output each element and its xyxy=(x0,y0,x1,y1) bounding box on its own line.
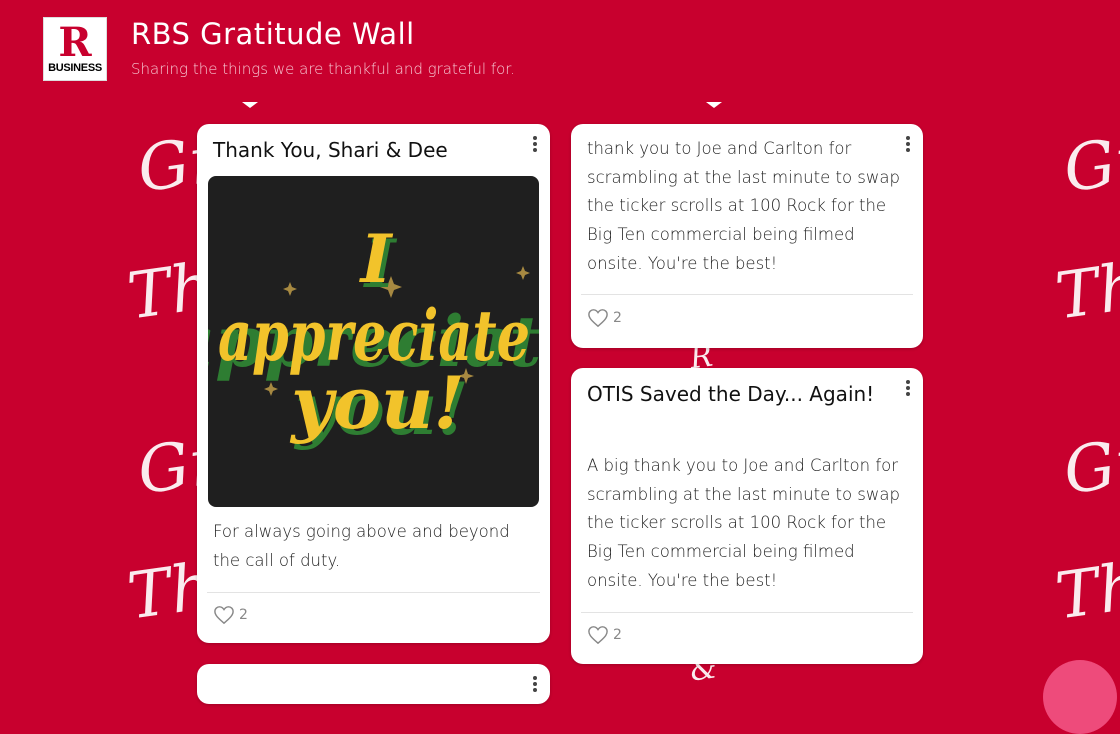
background-pattern: Gr Th Gr Th Gr Th Gr Th R & xyxy=(0,0,1120,683)
post-title: OTIS Saved the Day... Again! xyxy=(587,382,875,406)
rutgers-business-logo[interactable]: R BUSINESS xyxy=(43,17,107,81)
svg-text:I: I xyxy=(359,220,394,298)
bg-word: Gr xyxy=(1059,122,1120,208)
svg-text:you!: you! xyxy=(289,360,465,445)
bg-chevron xyxy=(706,102,722,108)
like-button[interactable]: 2 xyxy=(213,605,248,625)
post-body: A big thank you to Joe and Carlton for s… xyxy=(587,456,900,590)
more-options-icon[interactable] xyxy=(532,676,538,696)
wall-header: R BUSINESS RBS Gratitude Wall Sharing th… xyxy=(0,0,1120,100)
heart-icon xyxy=(588,309,608,328)
bg-word: Th xyxy=(1051,549,1120,635)
page-subtitle: Sharing the things we are thankful and g… xyxy=(131,60,515,78)
logo-subtext: BUSINESS xyxy=(48,62,102,74)
card-divider xyxy=(581,612,913,613)
heart-icon xyxy=(214,606,234,625)
like-button[interactable]: 2 xyxy=(587,308,622,328)
bg-word: Gr xyxy=(1059,424,1120,510)
like-count: 2 xyxy=(613,627,622,643)
heart-icon xyxy=(588,626,608,645)
bg-chevron xyxy=(242,102,258,108)
post-body: thank you to Joe and Carlton for scrambl… xyxy=(587,139,900,273)
post-body: For always going above and beyond the ca… xyxy=(213,522,510,570)
like-button[interactable]: 2 xyxy=(587,625,622,645)
more-options-icon[interactable] xyxy=(532,136,538,156)
card-divider xyxy=(581,294,913,295)
add-post-button[interactable] xyxy=(1043,660,1117,734)
card-divider xyxy=(207,592,540,593)
post-card[interactable]: Thank You, Shari & Dee I I appreciate ap… xyxy=(197,124,550,643)
appreciate-illustration: I I appreciate appreciate you! you! xyxy=(208,220,539,451)
bg-word: Th xyxy=(1051,249,1120,335)
post-image[interactable]: I I appreciate appreciate you! you! xyxy=(208,176,539,507)
more-options-icon[interactable] xyxy=(905,136,911,156)
page-title: RBS Gratitude Wall xyxy=(131,17,415,51)
post-card[interactable]: thank you to Joe and Carlton for scrambl… xyxy=(571,124,923,348)
like-count: 2 xyxy=(613,310,622,326)
post-title: Thank You, Shari & Dee xyxy=(213,138,448,162)
post-card[interactable]: OTIS Saved the Day... Again! A big thank… xyxy=(571,368,923,664)
post-card[interactable] xyxy=(197,664,550,704)
more-options-icon[interactable] xyxy=(905,380,911,400)
like-count: 2 xyxy=(239,607,248,623)
logo-letter: R xyxy=(58,19,92,66)
